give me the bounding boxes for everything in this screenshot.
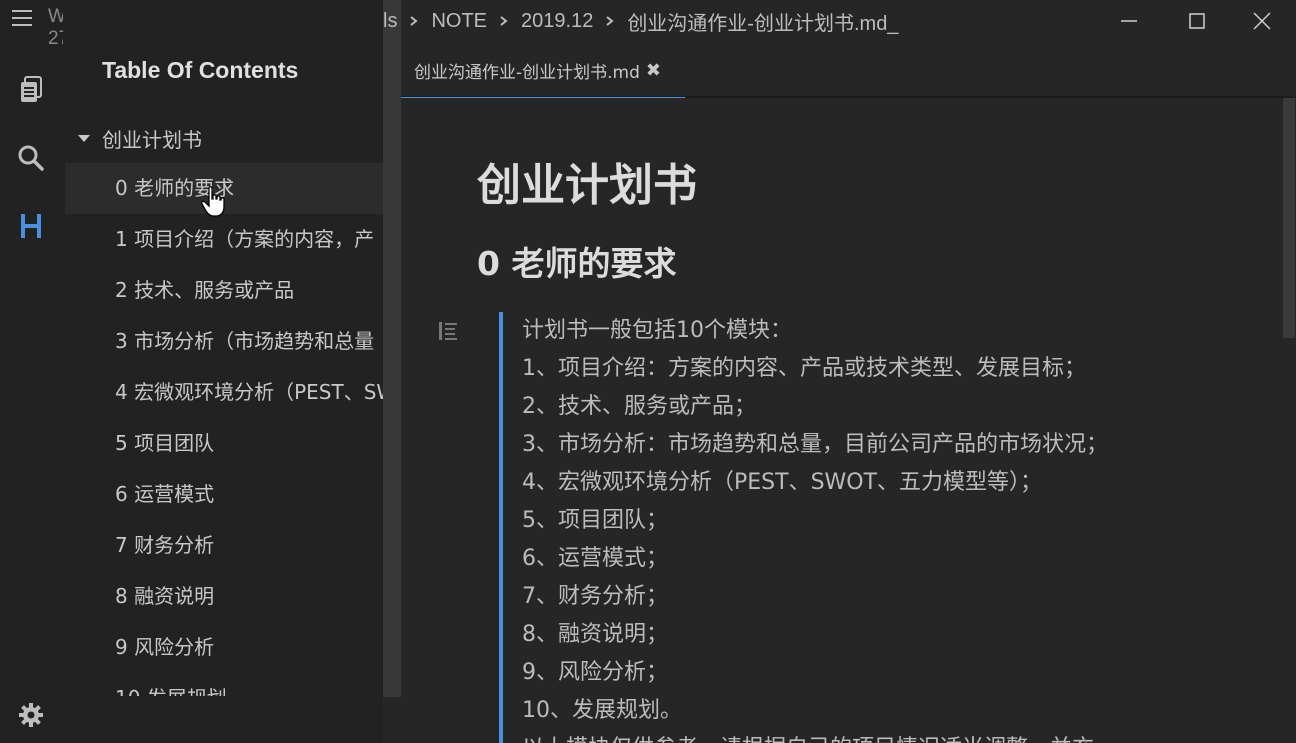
close-icon (1253, 12, 1271, 30)
toc-item[interactable]: 5 项目团队 (65, 418, 383, 469)
toc-root-label: 创业计划书 (102, 127, 202, 152)
quote-line: 计划书一般包括10个模块： (522, 318, 792, 343)
chevron-right-icon (410, 16, 419, 26)
quote-line: 3、市场分析：市场趋势和总量，目前公司产品的市场状况； (522, 432, 1108, 457)
quote-line: 2、技术、服务或产品； (522, 394, 756, 419)
toc-item[interactable]: 6 运营模式 (65, 469, 383, 520)
toc-item[interactable]: 2 技术、服务或产品 (65, 265, 383, 316)
settings-icon[interactable] (14, 698, 48, 732)
editor-scrollbar[interactable] (1283, 98, 1295, 338)
toc-root-item[interactable]: 创业计划书 (76, 122, 202, 154)
caret-down-icon[interactable] (78, 134, 90, 142)
toc-item[interactable]: 9 风险分析 (65, 622, 383, 673)
chevron-right-icon (606, 16, 614, 26)
minimize-button[interactable] (1095, 0, 1163, 42)
toc-item[interactable]: 10 发展规划 (65, 673, 383, 696)
quote-line: 10、发展规划。 (522, 698, 682, 723)
blockquote: 计划书一般包括10个模块： 1、项目介绍：方案的内容、产品或技术类型、发展目标；… (499, 312, 1108, 743)
hand-pointer-icon (201, 186, 225, 217)
breadcrumb: ls NOTE 2019.12 创业沟通作业-创业计划书.md_ (383, 0, 1123, 42)
editor[interactable]: 创业计划书 0 老师的要求 计划书一般包括10个模块： 1、项目介绍：方案的内容… (401, 98, 1296, 743)
tab-label: 创业沟通作业-创业计划书.md (414, 62, 640, 83)
search-icon[interactable] (14, 141, 48, 175)
toc-item[interactable]: 7 财务分析 (65, 520, 383, 571)
toc-item[interactable]: 1 项目介绍（方案的内容，产 (65, 214, 383, 265)
breadcrumb-item[interactable]: 2019.12 (521, 10, 593, 33)
document-heading-1: 创业计划书 (477, 160, 697, 211)
toc-title: Table Of Contents (102, 57, 299, 83)
outline-icon[interactable] (14, 209, 48, 243)
toc-item[interactable]: 4 宏微观环境分析（PEST、SW (65, 367, 383, 418)
tab-bar: 创业沟通作业-创业计划书.md ✖ (401, 42, 1296, 100)
close-window-button[interactable] (1228, 0, 1296, 42)
breadcrumb-item[interactable]: NOTE (431, 10, 487, 33)
quote-line: 5、项目团队； (522, 508, 668, 533)
quote-line: 8、融资说明； (522, 622, 668, 647)
quote-line: 1、项目介绍：方案的内容、产品或技术类型、发展目标； (522, 356, 1086, 381)
toc-item[interactable]: 3 市场分析（市场趋势和总量 (65, 316, 383, 367)
minimize-icon (1121, 20, 1137, 22)
tab-close-icon[interactable]: ✖ (646, 60, 661, 81)
maximize-button[interactable] (1163, 0, 1231, 42)
quote-line: 以上模块仅供参考，请根据自己的项目情况适当调整，并充 (522, 730, 1108, 743)
document-heading-2: 0 老师的要求 (477, 244, 677, 283)
activity-bar: W 270 (0, 0, 80, 743)
sidebar-scrollbar[interactable] (383, 0, 401, 697)
paragraph-format-icon[interactable] (437, 320, 459, 342)
toc-item[interactable]: 8 融资说明 (65, 571, 383, 622)
quote-line: 7、财务分析； (522, 584, 668, 609)
quote-line: 9、风险分析； (522, 660, 668, 685)
quote-line: 6、运营模式； (522, 546, 668, 571)
quote-line: 4、宏微观环境分析（PEST、SWOT、五力模型等）； (522, 470, 1043, 495)
menu-icon[interactable] (8, 4, 36, 32)
breadcrumb-item[interactable]: 创业沟通作业-创业计划书.md_ (627, 7, 898, 36)
toc-list: 0 老师的要求 1 项目介绍（方案的内容，产 2 技术、服务或产品 3 市场分析… (65, 163, 383, 696)
tab-active-file[interactable]: 创业沟通作业-创业计划书.md ✖ (401, 42, 685, 100)
breadcrumb-item[interactable]: ls (383, 10, 397, 33)
toc-sidebar: Table Of Contents 创业计划书 0 老师的要求 1 项目介绍（方… (63, 0, 383, 743)
maximize-icon (1189, 13, 1205, 29)
files-icon[interactable] (14, 73, 48, 107)
chevron-right-icon (500, 16, 508, 26)
